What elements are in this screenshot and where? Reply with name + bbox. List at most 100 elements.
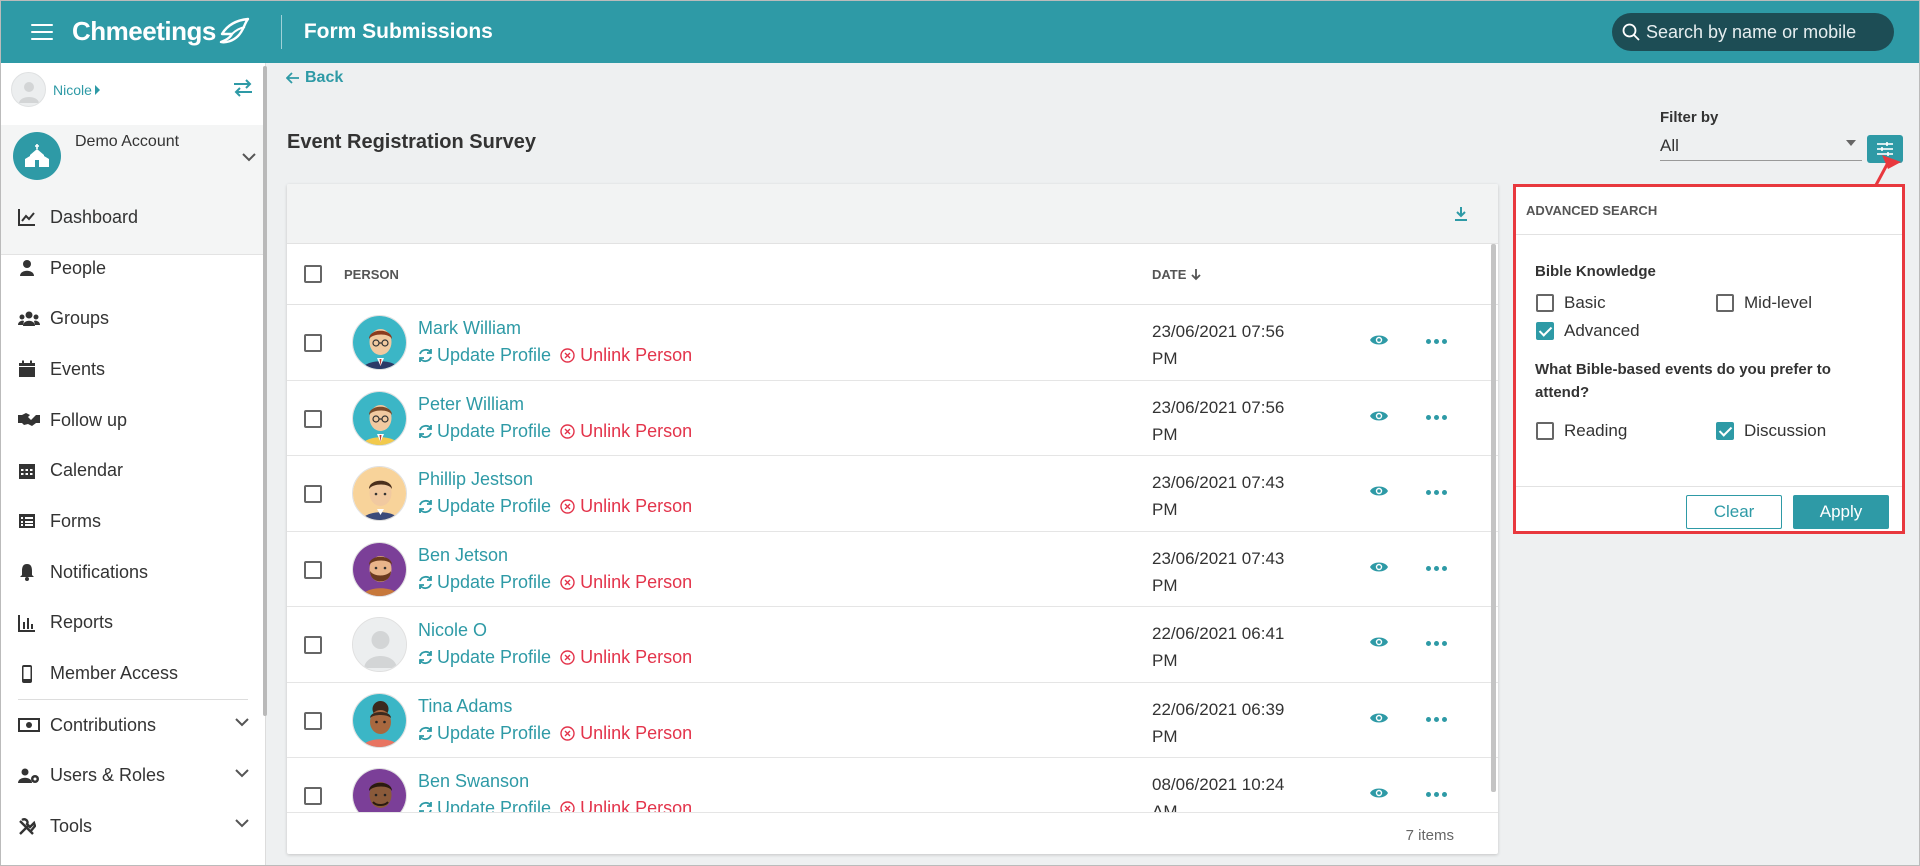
- option-advanced[interactable]: Advanced: [1536, 321, 1640, 341]
- mobile-icon: [22, 664, 32, 683]
- question-bible-events: What Bible-based events do you prefer to…: [1535, 361, 1831, 401]
- person-name-link[interactable]: Mark William: [418, 318, 521, 339]
- menu-icon[interactable]: [31, 23, 53, 40]
- swap-icon[interactable]: [233, 79, 253, 97]
- back-label: Back: [305, 69, 344, 86]
- eye-icon[interactable]: [1369, 409, 1389, 423]
- sidebar-item-tools[interactable]: Tools: [0, 801, 265, 852]
- eye-icon[interactable]: [1369, 484, 1389, 498]
- eye-icon[interactable]: [1369, 635, 1389, 649]
- more-options-icon[interactable]: [1426, 339, 1447, 344]
- unlink-person-link[interactable]: Unlink Person: [560, 421, 692, 442]
- apply-button[interactable]: Apply: [1793, 495, 1889, 529]
- update-profile-link[interactable]: Update Profile: [418, 572, 551, 593]
- bell-icon: [20, 564, 34, 582]
- calendar-grid-icon: [19, 463, 35, 479]
- more-options-icon[interactable]: [1426, 414, 1447, 420]
- brand-logo[interactable]: Chmeetings: [72, 16, 252, 48]
- row-checkbox[interactable]: [304, 560, 322, 579]
- person-name-link[interactable]: Ben Jetson: [418, 545, 508, 566]
- download-icon[interactable]: [1454, 206, 1468, 222]
- sidebar-item-label: People: [50, 257, 107, 278]
- global-search[interactable]: [1612, 13, 1894, 51]
- more-options-icon[interactable]: [1426, 565, 1447, 571]
- column-header-person[interactable]: PERSON: [344, 267, 399, 282]
- row-checkbox[interactable]: [304, 485, 322, 503]
- row-checkbox[interactable]: [304, 787, 322, 805]
- survey-title: Event Registration Survey: [287, 131, 536, 153]
- option-reading[interactable]: Reading: [1536, 421, 1627, 441]
- sidebar-item-follow-up[interactable]: Follow up: [0, 395, 265, 446]
- person-name-link[interactable]: Ben Swanson: [418, 771, 529, 792]
- search-input[interactable]: [1646, 21, 1886, 43]
- update-profile-link[interactable]: Update Profile: [418, 345, 551, 366]
- unlink-person-link[interactable]: Unlink Person: [560, 798, 692, 812]
- date-ampm: PM: [1152, 349, 1178, 368]
- user-menu[interactable]: Nicole: [11, 72, 100, 107]
- sidebar-scrollbar[interactable]: [263, 66, 267, 716]
- more-options-icon[interactable]: [1426, 490, 1447, 495]
- row-checkbox[interactable]: [304, 334, 322, 352]
- sidebar-item-reports[interactable]: Reports: [0, 598, 265, 649]
- update-profile-link[interactable]: Update Profile: [418, 647, 551, 668]
- option-discussion-checkbox[interactable]: [1716, 422, 1734, 440]
- refresh-icon: [419, 575, 432, 589]
- eye-icon[interactable]: [1369, 711, 1389, 725]
- person-name-link[interactable]: Nicole O: [418, 620, 487, 641]
- refresh-icon: [419, 801, 432, 812]
- sidebar-item-member-access[interactable]: Member Access: [0, 648, 265, 699]
- row-actions: Update Profile Unlink Person: [418, 345, 692, 366]
- sidebar-item-forms[interactable]: Forms: [0, 496, 265, 547]
- sidebar-item-people[interactable]: People: [0, 243, 265, 294]
- more-options-icon[interactable]: [1426, 641, 1447, 646]
- more-options-icon[interactable]: [1426, 716, 1447, 722]
- update-profile-link[interactable]: Update Profile: [418, 723, 551, 744]
- avatar: [352, 692, 407, 748]
- column-header-date[interactable]: DATE: [1152, 267, 1202, 282]
- row-checkbox[interactable]: [304, 636, 322, 654]
- unlink-person-link[interactable]: Unlink Person: [560, 345, 692, 366]
- person-name-link[interactable]: Tina Adams: [418, 696, 512, 717]
- sidebar-item-dashboard[interactable]: Dashboard: [0, 192, 265, 243]
- unlink-person-link[interactable]: Unlink Person: [560, 496, 692, 517]
- clear-button[interactable]: Clear: [1686, 495, 1782, 529]
- update-profile-link[interactable]: Update Profile: [418, 798, 551, 812]
- sidebar-item-notifications[interactable]: Notifications: [0, 547, 265, 598]
- close-circle-icon: [560, 650, 575, 665]
- more-options-icon[interactable]: [1426, 792, 1447, 797]
- unlink-person-link[interactable]: Unlink Person: [560, 647, 692, 668]
- sidebar-item-calendar[interactable]: Calendar: [0, 445, 265, 496]
- option-basic[interactable]: Basic: [1536, 293, 1606, 313]
- submission-date: 22/06/2021 06:39 PM: [1152, 696, 1302, 750]
- date-text: 22/06/2021 06:39: [1152, 699, 1285, 719]
- chevron-down-icon[interactable]: [242, 153, 256, 162]
- eye-icon[interactable]: [1369, 560, 1389, 574]
- option-reading-checkbox[interactable]: [1536, 422, 1554, 440]
- sidebar-item-events[interactable]: Events: [0, 344, 265, 395]
- update-profile-link[interactable]: Update Profile: [418, 421, 551, 442]
- person-name-link[interactable]: Peter William: [418, 394, 524, 415]
- select-all-checkbox[interactable]: [304, 265, 322, 283]
- option-advanced-checkbox[interactable]: [1536, 322, 1554, 340]
- person-name-link[interactable]: Phillip Jestson: [418, 469, 533, 490]
- submission-date: 22/06/2021 06:41 PM: [1152, 620, 1302, 674]
- row-checkbox[interactable]: [304, 711, 322, 730]
- back-link[interactable]: Back: [286, 69, 343, 87]
- row-checkbox[interactable]: [304, 409, 322, 428]
- table-scrollbar[interactable]: [1491, 244, 1496, 792]
- unlink-person-link[interactable]: Unlink Person: [560, 723, 692, 744]
- filter-select[interactable]: All: [1660, 131, 1862, 161]
- update-profile-link[interactable]: Update Profile: [418, 496, 551, 517]
- option-basic-checkbox[interactable]: [1536, 294, 1554, 312]
- option-mid-level[interactable]: Mid-level: [1716, 293, 1812, 313]
- date-ampm: PM: [1152, 726, 1178, 746]
- sidebar-item-users-roles[interactable]: Users & Roles: [0, 751, 265, 802]
- eye-icon[interactable]: [1369, 786, 1389, 800]
- sidebar-item-groups[interactable]: Groups: [0, 293, 265, 344]
- option-discussion[interactable]: Discussion: [1716, 421, 1826, 441]
- unlink-person-link[interactable]: Unlink Person: [560, 572, 692, 593]
- sidebar-item-contributions[interactable]: Contributions: [0, 700, 265, 751]
- option-mid-level-checkbox[interactable]: [1716, 294, 1734, 312]
- search-icon: [1622, 23, 1640, 41]
- eye-icon[interactable]: [1369, 333, 1389, 347]
